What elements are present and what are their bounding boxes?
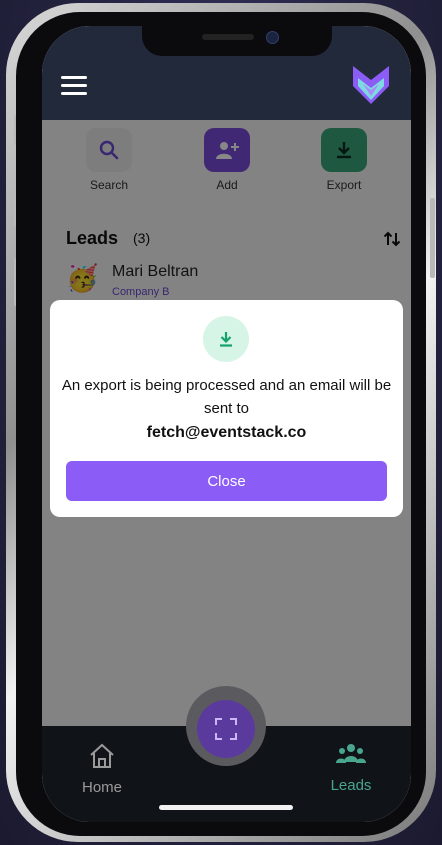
nav-item-home[interactable]: Home [62, 742, 142, 796]
people-icon [336, 744, 366, 763]
scan-frame-icon [215, 718, 237, 740]
nav-leads-label: Leads [330, 777, 372, 794]
modal-email: fetch@eventstack.co [146, 424, 307, 441]
home-indicator[interactable] [159, 805, 293, 810]
home-icon [90, 743, 114, 768]
hamburger-menu-icon[interactable] [61, 76, 87, 96]
phone-notch [142, 26, 332, 56]
camera-icon [266, 31, 279, 44]
modal-message: An export is being processed and an emai… [61, 377, 392, 417]
modal-icon [203, 316, 249, 362]
nav-item-leads[interactable]: Leads [311, 742, 391, 794]
nav-home-label: Home [81, 779, 122, 796]
close-button[interactable]: Close [66, 461, 387, 501]
export-modal: An export is being processed and an emai… [50, 300, 403, 517]
phone-side-button [430, 198, 435, 278]
download-icon [220, 332, 232, 347]
fox-logo-icon [353, 66, 389, 104]
scan-button[interactable] [197, 700, 255, 758]
speaker-grill [202, 34, 254, 40]
